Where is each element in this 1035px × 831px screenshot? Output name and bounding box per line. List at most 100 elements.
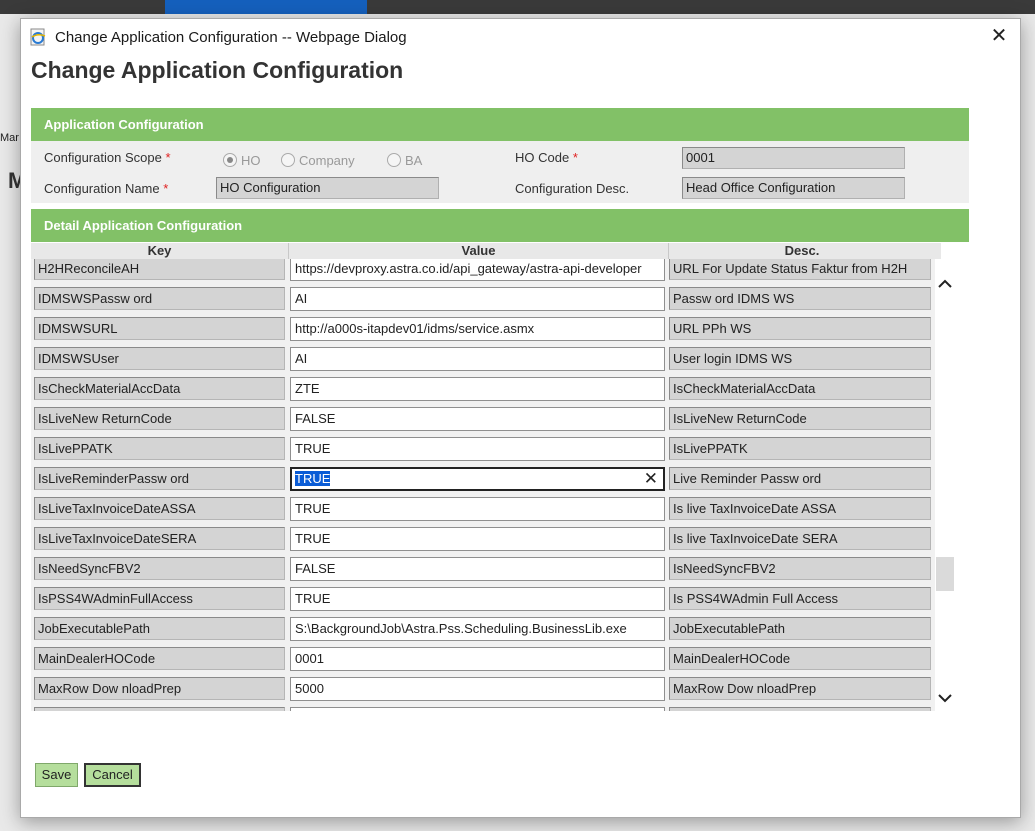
table-row: IsLiveTaxInvoiceDateASSA TRUE Is live TaxI… <box>31 493 935 523</box>
value-input[interactable]: FALSE <box>290 407 665 431</box>
key-cell[interactable]: IsNeedSyncFBV2 <box>34 557 285 580</box>
app-config-section-header: Application Configuration <box>31 108 969 141</box>
scrollbar-thumb[interactable] <box>936 557 954 591</box>
table-row: IsLivePPATK TRUE IsLivePPATK <box>31 433 935 463</box>
table-row: MaxRow Dow nloadPrep 5000 MaxRow Dow nload… <box>31 673 935 703</box>
webpage-dialog: Change Application Configuration -- Webp… <box>20 18 1021 818</box>
column-header-key: Key <box>31 243 289 259</box>
desc-cell[interactable]: Is live TaxInvoiceDate ASSA <box>669 497 931 520</box>
table-row: IsLiveNew ReturnCode FALSE IsLiveNew Retur… <box>31 403 935 433</box>
scope-radio-ho[interactable]: HO <box>223 153 261 168</box>
grid-header: Key Value Desc. <box>31 243 941 259</box>
table-row: IDMSWSURL http://a000s-itapdev01/idms/ser… <box>31 313 935 343</box>
app-config-form: Configuration Scope * HO Company BA HO C… <box>31 141 969 203</box>
clear-icon[interactable]: ✕ <box>644 469 658 489</box>
ie-icon <box>30 28 46 46</box>
desc-cell[interactable]: MainDealerHOCode <box>669 647 931 670</box>
required-mark: * <box>165 150 171 165</box>
save-button[interactable]: Save <box>35 763 78 787</box>
value-input[interactable]: TRUE <box>290 527 665 551</box>
key-cell[interactable]: H2HReconcileAH <box>34 257 285 280</box>
desc-cell[interactable]: Is PSS4WAdmin Full Access <box>669 587 931 610</box>
scope-radio-ba[interactable]: BA <box>387 153 422 168</box>
key-cell[interactable]: NeedFeaturePDC <box>34 707 285 711</box>
background-active-tab <box>165 0 367 14</box>
desc-cell[interactable]: IsCheckMaterialAccData <box>669 377 931 400</box>
desc-cell[interactable]: URL For Update Status Faktur from H2H <box>669 257 931 280</box>
chevron-down-icon[interactable] <box>935 691 955 711</box>
key-cell[interactable]: IDMSWSURL <box>34 317 285 340</box>
table-row: IsNeedSyncFBV2 FALSE IsNeedSyncFBV2 <box>31 553 935 583</box>
desc-cell[interactable]: MaxRow Dow nloadPrep <box>669 677 931 700</box>
value-input[interactable]: 5000 <box>290 677 665 701</box>
key-cell[interactable]: MainDealerHOCode <box>34 647 285 670</box>
desc-cell[interactable]: User login IDMS WS <box>669 347 931 370</box>
key-cell[interactable]: IsLiveTaxInvoiceDateSERA <box>34 527 285 550</box>
key-cell[interactable]: IsLiveTaxInvoiceDateASSA <box>34 497 285 520</box>
key-cell[interactable]: IDMSWSPassw ord <box>34 287 285 310</box>
value-input[interactable]: http://a000s-itapdev01/idms/service.asmx <box>290 317 665 341</box>
desc-cell[interactable]: NeedFeaturePDC <box>669 707 931 711</box>
column-header-value: Value <box>289 243 669 259</box>
key-cell[interactable]: IDMSWSUser <box>34 347 285 370</box>
chevron-up-icon[interactable] <box>935 277 955 297</box>
key-cell[interactable]: MaxRow Dow nloadPrep <box>34 677 285 700</box>
background-top-bar <box>0 0 1035 14</box>
value-input[interactable]: AI <box>290 287 665 311</box>
radio-unchecked-icon <box>281 153 295 167</box>
key-cell[interactable]: IsCheckMaterialAccData <box>34 377 285 400</box>
value-input[interactable]: TRUE <box>290 497 665 521</box>
ho-code-field[interactable]: 0001 <box>682 147 905 169</box>
desc-cell[interactable]: JobExecutablePath <box>669 617 931 640</box>
detail-config-section-header: Detail Application Configuration <box>31 209 969 242</box>
value-input[interactable]: FALSE <box>290 557 665 581</box>
background-peek-text: Mar <box>0 132 19 144</box>
key-cell[interactable]: JobExecutablePath <box>34 617 285 640</box>
grid-scrollbar[interactable] <box>935 263 955 711</box>
required-mark: * <box>163 181 169 196</box>
key-cell[interactable]: IsLiveReminderPassw ord <box>34 467 285 490</box>
desc-cell[interactable]: URL PPh WS <box>669 317 931 340</box>
table-row: IsLiveReminderPassw ord TRUE ✕ Live Reminde… <box>31 463 935 493</box>
desc-cell[interactable]: Is live TaxInvoiceDate SERA <box>669 527 931 550</box>
desc-cell[interactable]: IsNeedSyncFBV2 <box>669 557 931 580</box>
key-cell[interactable]: IsLiveNew ReturnCode <box>34 407 285 430</box>
radio-unchecked-icon <box>387 153 401 167</box>
table-row: IDMSWSUser AI User login IDMS WS <box>31 343 935 373</box>
dialog-titlebar: Change Application Configuration -- Webp… <box>21 19 1020 55</box>
detail-config-grid: H2HReconcileAH https://devproxy.astra.co.… <box>31 243 969 711</box>
config-desc-label: Configuration Desc. <box>515 181 630 196</box>
desc-cell[interactable]: IsLiveNew ReturnCode <box>669 407 931 430</box>
table-row: MainDealerHOCode 0001 MainDealerHOCode <box>31 643 935 673</box>
value-input[interactable]: TRUE <box>290 437 665 461</box>
cancel-button[interactable]: Cancel <box>84 763 141 787</box>
config-name-field[interactable]: HO Configuration <box>216 177 439 199</box>
table-row: IDMSWSPassw ord AI Passw ord IDMS WS <box>31 283 935 313</box>
config-name-label: Configuration Name * <box>44 181 169 196</box>
config-scope-label: Configuration Scope * <box>44 150 171 165</box>
key-cell[interactable]: IsPSS4WAdminFullAccess <box>34 587 285 610</box>
required-mark: * <box>572 150 578 165</box>
table-row: JobExecutablePath S:\BackgroundJob\Astra.… <box>31 613 935 643</box>
value-input[interactable]: FALSE <box>290 707 665 711</box>
table-row: IsLiveTaxInvoiceDateSERA TRUE Is live TaxI… <box>31 523 935 553</box>
value-input[interactable]: https://devproxy.astra.co.id/api_gateway… <box>290 257 665 281</box>
column-header-desc: Desc. <box>784 243 820 258</box>
desc-cell[interactable]: Live Reminder Passw ord <box>669 467 931 490</box>
grid-body[interactable]: H2HReconcileAH https://devproxy.astra.co.… <box>31 253 935 711</box>
table-row: NeedFeaturePDC FALSE NeedFeaturePDC <box>31 703 935 711</box>
value-input[interactable]: ZTE <box>290 377 665 401</box>
value-input[interactable]: AI <box>290 347 665 371</box>
desc-cell[interactable]: IsLivePPATK <box>669 437 931 460</box>
value-input[interactable]: TRUE <box>290 587 665 611</box>
value-input[interactable]: TRUE ✕ <box>290 467 665 491</box>
config-desc-field[interactable]: Head Office Configuration <box>682 177 905 199</box>
value-input[interactable]: 0001 <box>290 647 665 671</box>
page-title: Change Application Configuration <box>31 57 404 83</box>
close-icon[interactable]: ✕ <box>987 25 1011 49</box>
table-row: IsCheckMaterialAccData ZTE IsCheckMaterial… <box>31 373 935 403</box>
value-input[interactable]: S:\BackgroundJob\Astra.Pss.Scheduling.Bu… <box>290 617 665 641</box>
scope-radio-company[interactable]: Company <box>281 153 355 168</box>
desc-cell[interactable]: Passw ord IDMS WS <box>669 287 931 310</box>
key-cell[interactable]: IsLivePPATK <box>34 437 285 460</box>
